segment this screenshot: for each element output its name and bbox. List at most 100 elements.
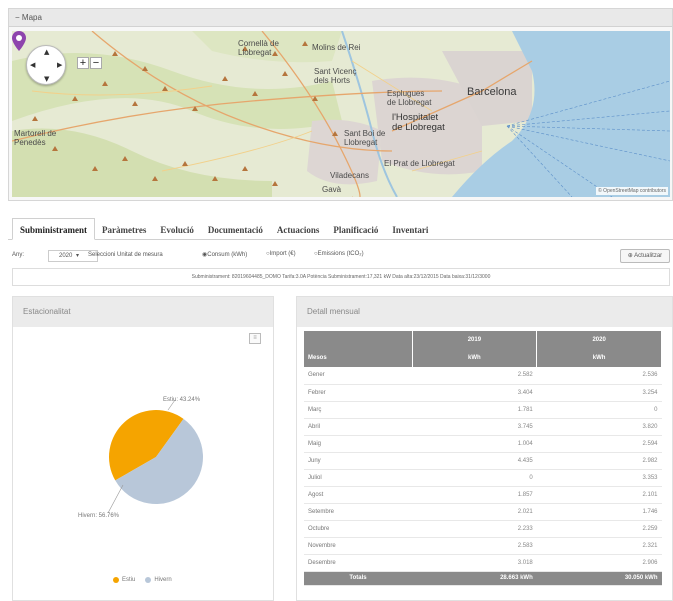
month-cell[interactable]: Desembre [304, 554, 412, 572]
map-label-viladecans: Viladecans [330, 171, 369, 180]
month-cell[interactable]: Juny [304, 452, 412, 470]
pan-left-icon[interactable]: ◀ [30, 61, 35, 69]
refresh-icon: ⊕ [627, 253, 633, 259]
filter-controls: Any: 2020 ▾ Seleccioni Unitat de mesura … [12, 248, 670, 266]
radio-consum[interactable]: ◉Consum (kWh) [202, 251, 247, 258]
pie-leader-line [107, 484, 124, 514]
map-label-hospitalet: l'Hospitalet de Llobregat [392, 112, 445, 133]
map-view[interactable]: ▲ ▼ ◀ ▶ + − Cornellà de Llobregat Molins… [12, 31, 670, 197]
chart-legend: Estiu Hivern [113, 577, 172, 583]
tab-subministrament[interactable]: Subministrament [12, 218, 96, 240]
table-row: Octubre 2.233 2.259 [304, 520, 662, 538]
pie-label-hivern: Hivern: 56.76% [78, 513, 120, 519]
value-2020-cell: 3.820 [536, 418, 662, 436]
table-row: Agost 1.857 2.101 [304, 486, 662, 504]
radio-emissions[interactable]: ○Emissions (tCO₂) [314, 251, 364, 257]
totals-label: Totals [304, 571, 412, 586]
value-2020-cell: 2.321 [536, 537, 662, 555]
legend-item-hivern[interactable]: Hivern [145, 577, 172, 583]
legend-dot-icon [113, 577, 119, 583]
value-2020-cell: 2.982 [536, 452, 662, 470]
value-2020-cell: 2.259 [536, 520, 662, 538]
monthly-detail-title: Detall mensual [297, 297, 672, 327]
month-cell[interactable]: Abril [304, 418, 412, 436]
zoom-in-button[interactable]: + [77, 57, 89, 69]
map-label-sant-boi: Sant Boi de Llobregat [344, 129, 386, 147]
map-label-gava: Gavà [322, 185, 342, 194]
year-value: 2020 [59, 253, 73, 259]
table-row: Abril 3.745 3.820 [304, 418, 662, 436]
table-row: Juliol 0 3.353 [304, 469, 662, 487]
radio-import[interactable]: ○Import (€) [266, 251, 296, 257]
map-panel-header[interactable]: − Mapa [9, 9, 672, 27]
legend-dot-icon [145, 577, 152, 583]
month-cell[interactable]: Novembre [304, 537, 412, 555]
value-2020-cell: 1.746 [536, 503, 662, 521]
total-2020: 30.050 kWh [536, 571, 662, 586]
pan-control[interactable]: ▲ ▼ ◀ ▶ [26, 45, 66, 85]
table-header-blank [304, 331, 413, 349]
map-panel: − Mapa ▲ ▼ ◀ ▶ + − Cornellà de Llobregat… [8, 8, 673, 201]
value-2019-cell: 2.583 [412, 537, 537, 555]
month-cell[interactable]: Agost [304, 486, 412, 504]
pie-label-estiu: Estiu: 43.24% [163, 397, 201, 403]
value-2020-cell: 2.906 [536, 554, 662, 572]
table-row: Febrer 3.404 3.254 [304, 384, 662, 402]
legend-item-estiu[interactable]: Estiu [113, 577, 135, 583]
value-2019-cell: 4.435 [412, 452, 537, 470]
unit-label: Seleccioni Unitat de mesura [88, 252, 163, 258]
month-cell[interactable]: Juliol [304, 469, 412, 487]
value-2020-cell: 0 [536, 401, 662, 419]
month-cell[interactable]: Setembre [304, 503, 412, 521]
refresh-button[interactable]: ⊕ Actualitzar [620, 249, 670, 263]
month-cell[interactable]: Febrer [304, 384, 412, 402]
table-header-unit-2019: kWh [412, 349, 538, 367]
tab-planificacio[interactable]: Planificació [326, 220, 385, 240]
value-2020-cell: 2.594 [536, 435, 662, 453]
chevron-down-icon: ▾ [76, 253, 80, 259]
seasonality-panel: Estacionalitat ≡ Estiu: 43.24% Hivern: 5… [12, 296, 274, 601]
year-label: Any: [12, 252, 25, 258]
value-2020-cell: 2.101 [536, 486, 662, 504]
map-attribution[interactable]: © OpenStreetMap contributors [596, 187, 668, 195]
tab-evolucio[interactable]: Evolució [153, 220, 201, 240]
tab-inventari[interactable]: Inventari [385, 220, 435, 240]
month-cell[interactable]: Octubre [304, 520, 412, 538]
map-label-sant-vicenc: Sant Vicenç dels Horts [314, 67, 357, 85]
month-cell[interactable]: Maig [304, 435, 412, 453]
pan-up-icon[interactable]: ▲ [44, 48, 49, 56]
table-header-months: Mesos [304, 349, 413, 367]
pan-right-icon[interactable]: ▶ [57, 61, 62, 69]
value-2019-cell: 1.004 [412, 435, 537, 453]
seasonality-title: Estacionalitat [13, 297, 273, 327]
month-cell[interactable]: Març [304, 401, 412, 419]
pan-down-icon[interactable]: ▼ [44, 75, 49, 83]
tab-parametres[interactable]: Paràmetres [95, 220, 153, 240]
map-label-esplugues: Esplugues de Llobregat [387, 89, 432, 107]
table-row: Desembre 3.018 2.906 [304, 554, 662, 572]
monthly-detail-panel: Detall mensual 2019 2020 Mesos kWh kWh G… [296, 296, 673, 601]
value-2019-cell: 3.404 [412, 384, 537, 402]
value-2019-cell: 2.233 [412, 520, 537, 538]
collapse-icon[interactable]: − [15, 13, 20, 22]
map-label-cornella: Cornellà de Llobregat [238, 39, 279, 57]
month-cell[interactable]: Gener [304, 367, 412, 385]
value-2020-cell: 3.353 [536, 469, 662, 487]
value-2019-cell: 2.582 [412, 367, 537, 385]
value-2019-cell: 1.857 [412, 486, 537, 504]
table-row: Maig 1.004 2.594 [304, 435, 662, 453]
supply-info-bar: Subministrament: 82019604485_DOMO Tarifa… [12, 268, 670, 286]
table-header-unit-2020: kWh [536, 349, 662, 367]
table-row: Juny 4.435 2.982 [304, 452, 662, 470]
location-marker-icon[interactable] [12, 31, 26, 51]
totals-row: Totals 28.663 kWh 30.050 kWh [304, 571, 662, 586]
value-2019-cell: 1.781 [412, 401, 537, 419]
zoom-out-button[interactable]: − [90, 57, 102, 69]
tab-actuacions[interactable]: Actuacions [270, 220, 327, 240]
value-2019-cell: 2.021 [412, 503, 537, 521]
table-header-2019: 2019 [412, 331, 538, 349]
map-title: Mapa [21, 13, 42, 22]
table-row: Març 1.781 0 [304, 401, 662, 419]
tab-documentacio[interactable]: Documentació [201, 220, 270, 240]
map-label-prat: El Prat de Llobregat [384, 159, 455, 168]
